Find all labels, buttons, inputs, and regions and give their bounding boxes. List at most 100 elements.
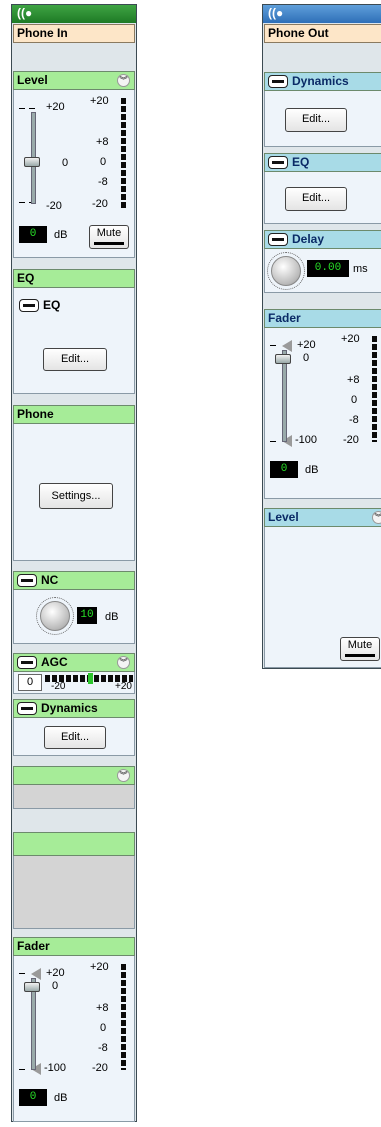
tick — [270, 345, 276, 346]
mute-button[interactable]: Mute — [89, 225, 129, 249]
out-dynamics-panel: Edit... — [264, 91, 381, 147]
tick — [19, 202, 25, 203]
out-dynamics-title: Dynamics — [292, 74, 349, 88]
out-fader-meter — [372, 336, 377, 442]
eq-toggle-row[interactable]: EQ — [19, 298, 60, 313]
out-level-header[interactable]: Level ︾ — [264, 508, 381, 527]
out-fader-header: Fader — [264, 309, 381, 328]
empty-section-2-header — [13, 832, 135, 856]
chevron-down-icon[interactable]: ︾ — [117, 656, 130, 669]
meter-label: -8 — [98, 1042, 108, 1054]
phone-out-topbar: ((● — [263, 5, 381, 23]
tick — [29, 108, 35, 109]
dynamics-title: Dynamics — [41, 701, 98, 715]
nc-unit: dB — [105, 611, 119, 623]
out-delay-header: Delay — [264, 230, 381, 249]
out-level-title: Level — [268, 510, 299, 524]
fader-unit: dB — [54, 1092, 68, 1104]
mute-button-label: Mute — [96, 227, 122, 239]
fader-header: Fader — [13, 937, 135, 956]
meter-label: +8 — [347, 374, 360, 386]
meter-label: -20 — [92, 198, 108, 210]
out-eq-toggle[interactable] — [268, 156, 288, 170]
fader-value[interactable]: 0 — [19, 1089, 47, 1106]
agc-scale-max: +20 — [115, 681, 132, 692]
empty-section-panel — [13, 785, 135, 809]
agc-value[interactable]: 0 — [18, 674, 42, 691]
out-level-panel: Mute — [264, 527, 381, 668]
chevron-down-icon[interactable]: ︾ — [372, 511, 381, 524]
level-scale-mid: 0 — [62, 157, 69, 169]
fader-scale-top: +20 — [46, 967, 65, 979]
meter-label: 0 — [100, 156, 107, 168]
signal-icon: ((● — [268, 6, 284, 20]
level-slider-thumb[interactable] — [24, 157, 40, 167]
fader-slider-thumb[interactable] — [24, 982, 40, 992]
out-fader-value[interactable]: 0 — [270, 461, 298, 478]
fader-scale-mid: 0 — [52, 980, 59, 992]
phone-panel: Settings... — [13, 424, 135, 561]
dynamics-edit-button[interactable]: Edit... — [44, 726, 106, 749]
meter-label: +8 — [96, 1002, 109, 1014]
out-mute-button[interactable]: Mute — [340, 637, 380, 661]
tick — [19, 108, 25, 109]
nc-value[interactable]: 10 — [77, 607, 97, 624]
empty-section-header: ︾ — [13, 766, 135, 785]
agc-toggle[interactable] — [17, 656, 37, 670]
phone-title: Phone — [17, 407, 54, 421]
mute-indicator — [94, 242, 124, 245]
out-mute-button-label: Mute — [347, 639, 373, 651]
eq-toggle[interactable] — [19, 299, 39, 313]
eq-header: EQ — [13, 269, 135, 288]
level-title: Level — [17, 73, 48, 87]
chevron-down-icon[interactable]: ︾ — [117, 74, 130, 87]
out-fader-scale-top: +20 — [297, 339, 316, 351]
empty-section-2-panel — [13, 856, 135, 929]
out-dynamics-header: Dynamics — [264, 72, 381, 91]
level-unit: dB — [54, 229, 68, 241]
nc-toggle[interactable] — [17, 574, 37, 588]
settings-button[interactable]: Settings... — [39, 483, 113, 509]
out-eq-title: EQ — [292, 155, 310, 169]
meter-label: +20 — [90, 95, 109, 107]
out-mute-indicator — [345, 654, 375, 657]
fader-meter — [121, 964, 126, 1070]
phone-in-name: Phone In — [13, 24, 135, 43]
out-dynamics-toggle[interactable] — [268, 75, 288, 89]
meter-label: +8 — [96, 136, 109, 148]
level-scale-bottom: -20 — [46, 200, 62, 212]
nc-knob[interactable] — [40, 601, 70, 631]
eq-panel: EQ Edit... — [13, 288, 135, 394]
delay-knob[interactable] — [271, 256, 301, 286]
chevron-down-icon[interactable]: ︾ — [117, 769, 130, 782]
out-fader-scale-mid: 0 — [303, 352, 310, 364]
out-fader-unit: dB — [305, 464, 319, 476]
phone-in-topbar: ((● — [12, 5, 136, 23]
out-eq-edit-button[interactable]: Edit... — [285, 187, 347, 211]
eq-edit-button[interactable]: Edit... — [43, 348, 107, 371]
level-header[interactable]: Level ︾ — [13, 71, 135, 90]
dynamics-toggle[interactable] — [17, 702, 37, 716]
out-fader-slider-thumb[interactable] — [275, 354, 291, 364]
phone-in-strip: ((● Phone In Level ︾ +20 0 -20 +20 +8 0 … — [11, 4, 137, 1122]
out-fader-panel: +20 0 -100 +20 +8 0 -8 -20 0 dB — [264, 328, 381, 499]
nc-panel: 10 dB — [13, 590, 135, 644]
out-dynamics-edit-button[interactable]: Edit... — [285, 108, 347, 132]
phone-header: Phone — [13, 405, 135, 424]
tick — [19, 973, 25, 974]
level-value[interactable]: 0 — [19, 226, 47, 243]
meter-label: 0 — [351, 394, 358, 406]
dynamics-header: Dynamics — [13, 699, 135, 718]
meter-label: -8 — [98, 176, 108, 188]
level-meter — [121, 98, 126, 208]
out-eq-header: EQ — [264, 153, 381, 172]
eq-title: EQ — [17, 271, 35, 285]
agc-title: AGC — [41, 655, 68, 669]
agc-panel: 0 -20 +20 — [13, 672, 135, 694]
meter-label: 0 — [100, 1022, 107, 1034]
fader-title: Fader — [17, 939, 50, 953]
out-delay-toggle[interactable] — [268, 233, 288, 247]
delay-value[interactable]: 0.00 — [307, 260, 349, 277]
meter-label: -20 — [92, 1062, 108, 1074]
out-delay-panel: 0.00 ms — [264, 249, 381, 293]
